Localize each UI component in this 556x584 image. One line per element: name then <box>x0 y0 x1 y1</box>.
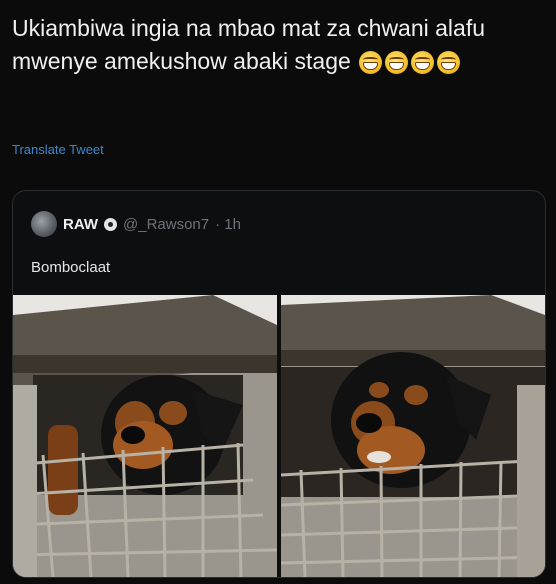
grinning-squinting-face-icon <box>359 51 383 75</box>
emoji-group <box>359 51 461 75</box>
verified-icon <box>104 217 117 231</box>
media-image-left[interactable] <box>13 295 277 577</box>
avatar[interactable] <box>31 211 57 237</box>
quoted-tweet-text: Bomboclaat <box>31 259 111 276</box>
tweet-text: Ukiambiwa ingia na mbao mat za chwani al… <box>12 12 542 78</box>
media-image-right[interactable] <box>281 295 545 577</box>
translate-tweet-link[interactable]: Translate Tweet <box>12 142 104 157</box>
quoted-tweet-card[interactable]: RAW @_Rawson7 · 1h Bomboclaat <box>12 190 546 578</box>
grinning-squinting-face-icon <box>437 51 461 75</box>
quoted-author-handle[interactable]: @_Rawson7 <box>123 216 209 233</box>
grinning-squinting-face-icon <box>411 51 435 75</box>
media-grid <box>13 295 545 577</box>
quoted-tweet-header: RAW @_Rawson7 · 1h <box>31 211 241 237</box>
quoted-author-name[interactable]: RAW <box>63 216 98 233</box>
grinning-squinting-face-icon <box>385 51 409 75</box>
quoted-timestamp[interactable]: · 1h <box>215 216 241 233</box>
